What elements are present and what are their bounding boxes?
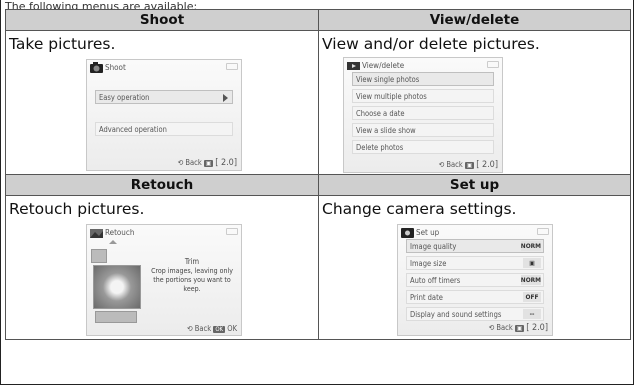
menu-item-label: Easy operation	[99, 93, 150, 102]
setting-value: ▣	[523, 258, 541, 268]
screen-footer: ⟲ Back ▣ [ 2.0]	[177, 158, 237, 168]
screen-footer: ⟲ Back OK OK	[187, 324, 237, 333]
cell-retouch: Retouch pictures. Retouch Trim Crop imag…	[5, 195, 319, 340]
ok-icon: OK	[213, 326, 226, 333]
play-icon	[347, 62, 360, 70]
battery-icon	[226, 228, 238, 235]
zoom-value: 2.0	[531, 323, 545, 333]
header-view-delete: View/delete	[318, 9, 631, 31]
battery-icon	[487, 61, 499, 68]
header-retouch: Retouch	[5, 174, 319, 196]
option-description: Crop images, leaving only the portions y…	[151, 267, 233, 293]
description-retouch: Retouch pictures.	[9, 200, 145, 218]
menu-item-delete-photos[interactable]: Delete photos	[352, 140, 494, 154]
menu-item-label: Delete photos	[356, 143, 404, 152]
setting-value: NORM	[520, 241, 541, 251]
back-icon: ⟲	[177, 158, 184, 167]
menu-item-label: Choose a date	[356, 109, 405, 118]
zoom-icon: ▣	[464, 162, 475, 169]
screen-footer: ⟲ Back ▣ [ 2.0]	[488, 323, 548, 333]
back-label: Back	[496, 323, 513, 332]
menu-item-label: Display and sound settings	[410, 310, 502, 319]
back-label: Back	[194, 324, 212, 333]
ok-label: OK	[227, 324, 237, 333]
zoom-icon: ▣	[203, 160, 214, 167]
screen-footer: ⟲ Back ▣ [ 2.0]	[438, 160, 498, 170]
cell-set-up: Change camera settings. Set up Image qua…	[318, 195, 631, 340]
menu-item-label: View a slide show	[356, 126, 416, 135]
description-view-delete: View and/or delete pictures.	[322, 35, 540, 53]
cell-shoot: Take pictures. Shoot Easy operation Adva…	[5, 30, 319, 175]
back-label: Back	[446, 160, 463, 169]
header-set-up: Set up	[318, 174, 631, 196]
view-delete-menu-screen: View/delete View single photos View mult…	[343, 57, 503, 173]
camera-icon	[90, 62, 103, 73]
screen-title: View/delete	[362, 61, 405, 70]
screen-title: Set up	[416, 228, 440, 237]
cell-view-delete: View and/or delete pictures. View/delete…	[318, 30, 631, 175]
menu-item-image-quality[interactable]: Image quality NORM	[406, 239, 544, 253]
screen-title: Retouch	[105, 228, 135, 237]
menu-item-advanced-operation[interactable]: Advanced operation	[95, 122, 233, 136]
thumbnail-prev	[91, 249, 107, 263]
menu-item-label: Image quality	[410, 242, 457, 251]
menu-item-label: Advanced operation	[99, 125, 167, 134]
zoom-icon: ▣	[514, 325, 525, 332]
setting-value: --	[523, 309, 541, 319]
zoom-value: 2.0	[220, 158, 234, 168]
zoom-value: 2.0	[481, 160, 495, 170]
description-set-up: Change camera settings.	[322, 200, 517, 218]
description-shoot: Take pictures.	[9, 35, 116, 53]
thumbnail-next	[95, 311, 137, 323]
retouch-menu-screen: Retouch Trim Crop images, leaving only t…	[86, 224, 242, 336]
menu-item-label: View single photos	[356, 75, 420, 84]
menu-item-label: Image size	[410, 259, 447, 268]
menu-item-slide-show[interactable]: View a slide show	[352, 123, 494, 137]
screen-title: Shoot	[105, 63, 126, 72]
shoot-menu-screen: Shoot Easy operation Advanced operation …	[86, 59, 242, 171]
back-icon: ⟲	[488, 323, 495, 332]
menu-item-label: Print date	[410, 293, 443, 302]
setup-menu-screen: Set up Image quality NORM Image size ▣ Aut…	[397, 224, 553, 336]
scroll-up-icon	[109, 240, 117, 244]
menu-item-view-multiple[interactable]: View multiple photos	[352, 89, 494, 103]
menu-item-auto-off-timers[interactable]: Auto off timers NORM	[406, 273, 544, 287]
menu-item-display-sound[interactable]: Display and sound settings --	[406, 307, 544, 321]
menu-table: Shoot View/delete Take pictures. Shoot E…	[5, 9, 631, 340]
menu-item-easy-operation[interactable]: Easy operation	[95, 90, 233, 104]
thumbnail-selected[interactable]	[93, 265, 141, 309]
battery-icon	[537, 228, 549, 235]
header-shoot: Shoot	[5, 9, 319, 31]
menu-item-print-date[interactable]: Print date OFF	[406, 290, 544, 304]
setting-value: OFF	[523, 292, 541, 302]
chevron-right-icon	[223, 94, 228, 102]
menu-item-choose-date[interactable]: Choose a date	[352, 106, 494, 120]
back-icon: ⟲	[186, 324, 193, 333]
battery-icon	[226, 63, 238, 70]
menu-item-view-single[interactable]: View single photos	[352, 72, 494, 86]
menu-item-image-size[interactable]: Image size ▣	[406, 256, 544, 270]
menu-item-label: View multiple photos	[356, 92, 427, 101]
back-icon: ⟲	[438, 160, 445, 169]
option-title: Trim	[184, 257, 200, 266]
menu-item-label: Auto off timers	[410, 276, 461, 285]
setting-value: NORM	[520, 275, 541, 285]
wrench-icon	[401, 228, 414, 238]
retouch-icon	[90, 229, 103, 238]
back-label: Back	[185, 158, 202, 167]
